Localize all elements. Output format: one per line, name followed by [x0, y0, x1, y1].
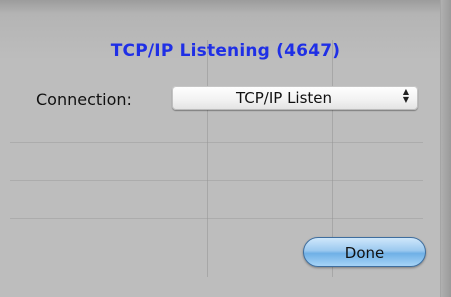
- connection-label: Connection:: [36, 90, 132, 109]
- connection-popup[interactable]: TCP/IP Listen ▲ ▼: [172, 86, 418, 110]
- dialog-title: TCP/IP Listening (4647): [110, 41, 341, 61]
- ghost-row-divider: [10, 180, 423, 181]
- connection-popup-value: TCP/IP Listen: [235, 89, 333, 107]
- ghost-column-divider: [207, 40, 208, 277]
- ghost-row-divider: [10, 218, 423, 219]
- done-button[interactable]: Done: [303, 237, 426, 267]
- done-button-label: Done: [344, 244, 385, 262]
- sheet-dialog: TCP/IP Listening (4647) Connection: TCP/…: [0, 0, 451, 297]
- ghost-row-divider: [10, 142, 423, 143]
- up-down-chevrons-icon: ▲ ▼: [402, 87, 410, 104]
